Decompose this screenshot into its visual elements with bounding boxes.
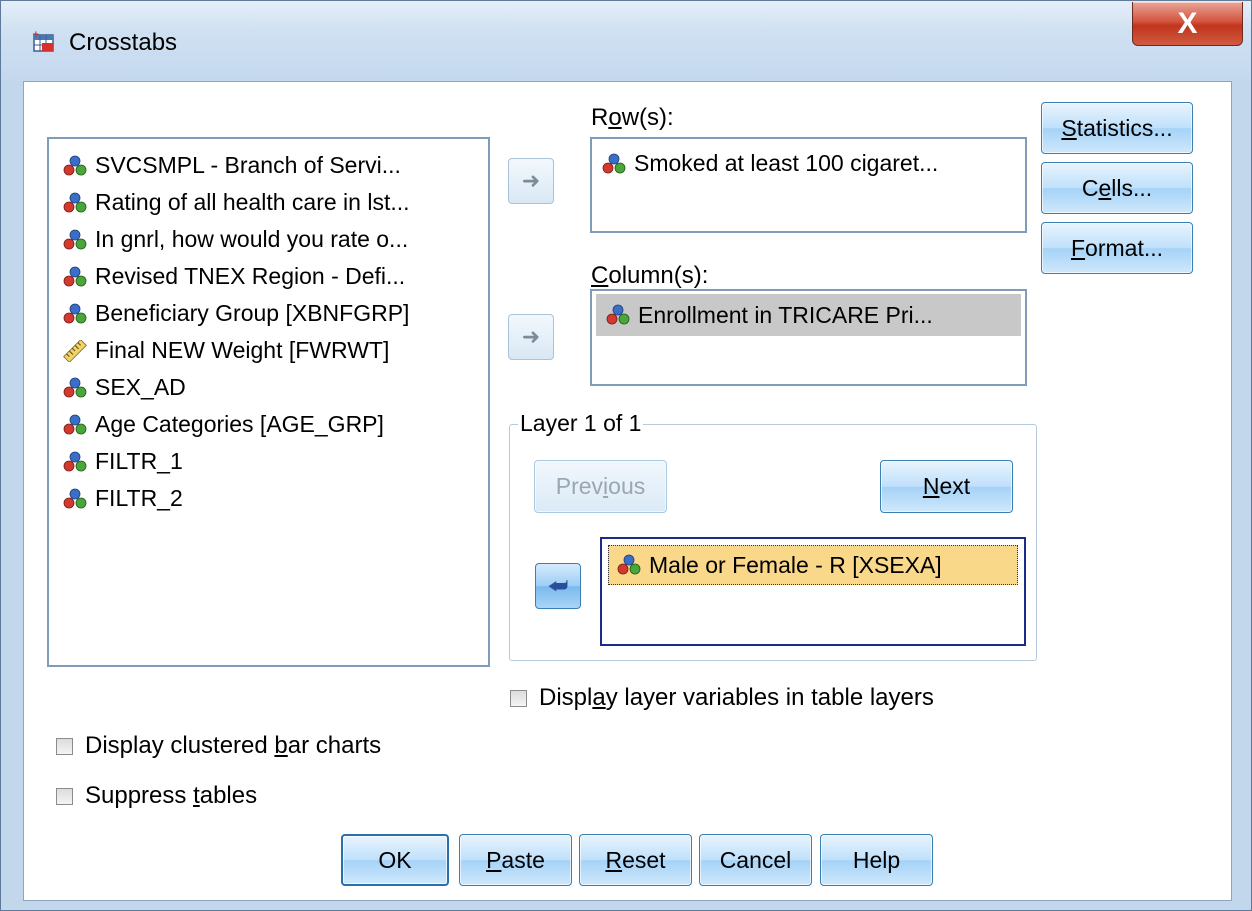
close-button[interactable]: X [1132, 2, 1243, 46]
dialog-body: SVCSMPL - Branch of Servi... Rating of al… [23, 81, 1232, 901]
source-list-item-label: SVCSMPL - Branch of Servi... [95, 152, 401, 178]
source-list-item[interactable]: Age Categories [AGE_GRP] [49, 406, 488, 443]
source-list-item[interactable]: Rating of all health care in lst... [49, 184, 488, 221]
display-layer-variables-checkbox[interactable] [510, 689, 527, 707]
nominal-variable-icon [63, 451, 87, 471]
layer-legend: Layer 1 of 1 [518, 410, 644, 437]
next-layer-button[interactable]: Next [880, 460, 1013, 513]
source-list-item-label: FILTR_1 [95, 448, 183, 474]
source-list-item[interactable]: SVCSMPL - Branch of Servi... [49, 147, 488, 184]
source-list-item-label: Beneficiary Group [XBNFGRP] [95, 300, 410, 326]
source-list-item[interactable]: In gnrl, how would you rate o... [49, 221, 488, 258]
help-button[interactable]: Help [820, 834, 933, 886]
source-list-item-label: FILTR_2 [95, 485, 183, 511]
layer-list[interactable]: Male or Female - R [XSEXA] [600, 537, 1026, 646]
reset-button[interactable]: Reset [579, 834, 692, 886]
scale-variable-icon [63, 339, 87, 362]
svg-text:+: + [32, 30, 40, 40]
source-list-item-label: SEX_AD [95, 374, 186, 400]
layer-group: Layer 1 of 1 Prev i ous Next ⮨ Male or Fem… [509, 410, 1037, 661]
rows-label: Row(s): [591, 104, 674, 131]
previous-layer-button[interactable]: Prev i ous [534, 460, 667, 513]
close-icon: X [1177, 6, 1198, 40]
nominal-variable-icon [63, 229, 87, 249]
source-list-item-label: Rating of all health care in lst... [95, 189, 410, 215]
source-list-item-label: Age Categories [AGE_GRP] [95, 411, 384, 437]
display-layer-variables-option[interactable]: Display layer variables in table layers [510, 684, 934, 712]
nominal-variable-icon [63, 192, 87, 212]
source-list-item[interactable]: Final NEW Weight [FWRWT] [49, 332, 488, 369]
source-list-item[interactable]: FILTR_1 [49, 443, 488, 480]
window-title: Crosstabs [69, 29, 178, 56]
ok-button[interactable]: OK [341, 834, 449, 886]
rows-list-item[interactable]: Smoked at least 100 cigaret... [592, 145, 1025, 182]
nominal-variable-icon [606, 304, 630, 325]
source-list-item[interactable]: Revised TNEX Region - Defi... [49, 258, 488, 295]
source-list-item-label: Revised TNEX Region - Defi... [95, 263, 406, 289]
nominal-variable-icon [63, 303, 87, 323]
move-to-layer-button[interactable]: ⮨ [535, 563, 581, 609]
arrow-left-icon: ⮨ [547, 573, 569, 598]
format-button[interactable]: Format... [1041, 222, 1193, 274]
statistics-button[interactable]: Statistics... [1041, 102, 1193, 154]
suppress-tables-checkbox[interactable] [56, 787, 73, 805]
rows-list[interactable]: Smoked at least 100 cigaret... [590, 137, 1027, 233]
nominal-variable-icon [63, 377, 87, 397]
columns-list[interactable]: Enrollment in TRICARE Pri... [590, 289, 1027, 386]
source-list-item[interactable]: SEX_AD [49, 369, 488, 406]
cells-button[interactable]: Ce lls... [1041, 162, 1193, 214]
clustered-bar-charts-option[interactable]: Display clustered bar charts [56, 732, 381, 760]
layer-list-item[interactable]: Male or Female - R [XSEXA] [608, 545, 1018, 585]
arrow-right-icon: ➜ [521, 168, 541, 193]
move-to-rows-button[interactable]: ➜ [508, 158, 554, 204]
clustered-bar-charts-checkbox[interactable] [56, 737, 73, 755]
title-bar[interactable]: + Crosstabs X [1, 1, 1251, 81]
cancel-button[interactable]: Cancel [699, 834, 812, 886]
source-list-item-label: Final NEW Weight [FWRWT] [95, 337, 390, 363]
nominal-variable-icon [63, 488, 87, 508]
paste-button[interactable]: Paste [459, 834, 572, 886]
columns-list-item[interactable]: Enrollment in TRICARE Pri... [596, 294, 1021, 336]
nominal-variable-icon [63, 414, 87, 434]
source-list-item[interactable]: Beneficiary Group [XBNFGRP] [49, 295, 488, 332]
arrow-right-icon: ➜ [521, 324, 541, 349]
source-list-item[interactable]: FILTR_2 [49, 480, 488, 517]
nominal-variable-icon [602, 153, 626, 173]
crosstabs-app-icon: + [32, 30, 54, 52]
suppress-tables-option[interactable]: Suppress tables [56, 782, 257, 810]
nominal-variable-icon [63, 155, 87, 175]
move-to-columns-button[interactable]: ➜ [508, 314, 554, 360]
source-list-item-label: In gnrl, how would you rate o... [95, 226, 409, 252]
columns-label: Column(s): [591, 262, 709, 289]
source-variable-list[interactable]: SVCSMPL - Branch of Servi... Rating of al… [47, 137, 490, 667]
nominal-variable-icon [617, 554, 641, 575]
nominal-variable-icon [63, 266, 87, 286]
crosstabs-dialog: + Crosstabs X SVCSMPL - Branch of Servi.… [0, 0, 1252, 911]
